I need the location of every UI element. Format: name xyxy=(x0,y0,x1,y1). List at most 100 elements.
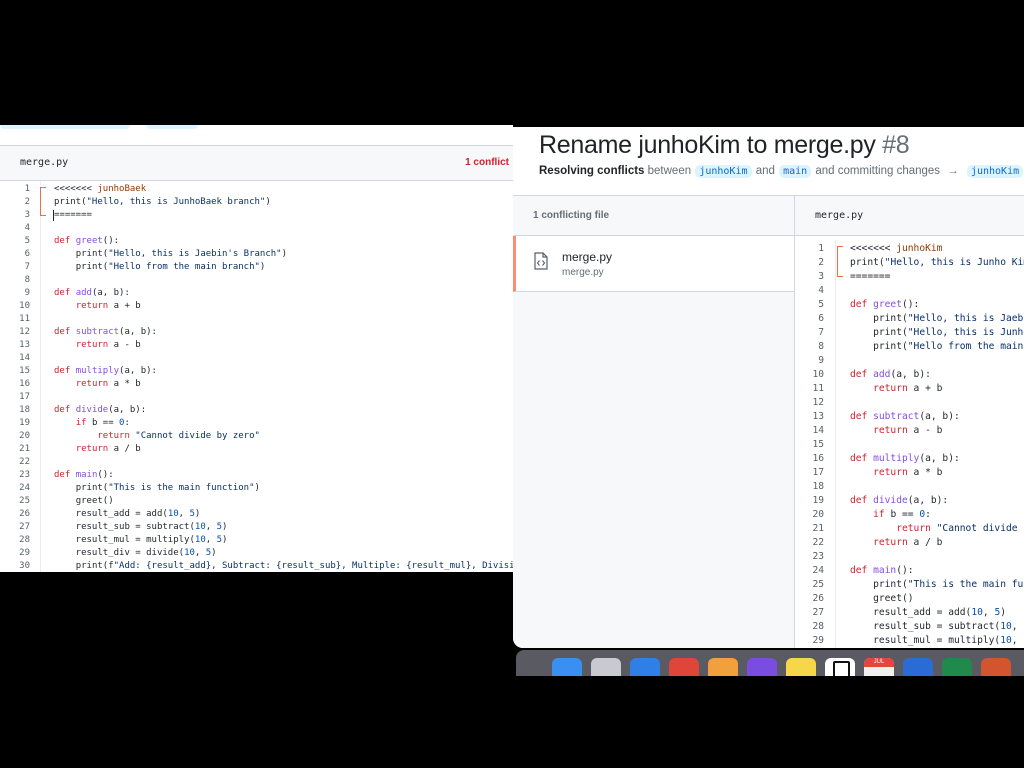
code-editor[interactable]: 1 <<<<<<< junhoKim 2 print("Hello, this is … xyxy=(795,240,1024,648)
code-line: 22 return a / b xyxy=(795,536,1024,550)
code-line: 5 def greet(): xyxy=(795,298,1024,312)
line-number: 28 xyxy=(812,621,824,632)
code-line: 16 def multiply(a, b): xyxy=(795,452,1024,466)
code-line: 11 xyxy=(0,313,513,326)
conflict-marker-bracket[interactable] xyxy=(837,246,843,277)
file-name: merge.py xyxy=(20,157,69,168)
line-number: 3 xyxy=(818,271,824,282)
branch-chip-head[interactable]: main xyxy=(779,165,812,178)
chrome-icon[interactable] xyxy=(669,658,699,676)
finder-icon[interactable] xyxy=(552,658,582,676)
line-number: 19 xyxy=(812,495,824,506)
line-number: 15 xyxy=(812,439,824,450)
pull-request-subtitle: Resolving conflicts between junhoKim and… xyxy=(539,165,1024,178)
line-number: 16 xyxy=(19,379,30,389)
code-line: 9 xyxy=(795,354,1024,368)
code-line: 21 return "Cannot divide by zero" xyxy=(795,522,1024,536)
launchpad-icon[interactable] xyxy=(591,658,621,676)
code-line: 19 if b == 0: xyxy=(0,417,513,430)
code-line: 3 ======= xyxy=(0,209,513,222)
conflict-marker-separator xyxy=(40,215,46,216)
editor-file-name: merge.py xyxy=(795,196,1024,236)
code-text: def greet(): xyxy=(54,236,120,246)
code-text: def subtract(a, b): xyxy=(850,411,960,422)
code-line: 10 def add(a, b): xyxy=(795,368,1024,382)
arc-icon[interactable] xyxy=(747,658,777,676)
code-line: 12 xyxy=(795,396,1024,410)
excel-icon[interactable] xyxy=(942,658,972,676)
code-line: 7 print("Hello, this is Junho Kim's Bran… xyxy=(795,326,1024,340)
code-line: 20 return "Cannot divide by zero" xyxy=(0,430,513,443)
code-text: <<<<<<< junhoBaek xyxy=(54,184,147,194)
code-line: 4 xyxy=(0,222,513,235)
code-text: def add(a, b): xyxy=(850,369,931,380)
code-line: 4 xyxy=(795,284,1024,298)
code-line: 1 <<<<<<< junhoBaek xyxy=(0,183,513,196)
safari-icon[interactable] xyxy=(630,658,660,676)
conflicting-file-item[interactable]: merge.py merge.py xyxy=(513,236,794,292)
code-line: 3 ======= xyxy=(795,270,1024,284)
branch-chip-base[interactable]: junhoKim xyxy=(695,165,752,178)
code-line: 17 xyxy=(0,391,513,404)
cropped-text-fragment xyxy=(0,125,130,129)
code-text: def multiply(a, b): xyxy=(54,366,157,376)
calendar-month-label: JUL xyxy=(873,659,885,665)
code-editor[interactable]: 1 <<<<<<< junhoBaek 2 print("Hello, this is… xyxy=(0,181,513,572)
notes-icon[interactable] xyxy=(786,658,816,676)
code-line: 22 xyxy=(0,456,513,469)
text-cursor xyxy=(53,210,54,221)
line-number: 13 xyxy=(19,340,30,350)
line-number: 22 xyxy=(812,537,824,548)
line-number: 6 xyxy=(24,249,30,259)
code-line: 19 def divide(a, b): xyxy=(795,494,1024,508)
code-text: result_mul = multiply(10, 5) xyxy=(850,635,1024,646)
code-text: print("Hello, this is Jaebin's Branch") xyxy=(75,249,288,259)
line-number: 23 xyxy=(19,470,30,480)
code-text: return a + b xyxy=(75,301,141,311)
code-text: def greet(): xyxy=(850,299,920,310)
line-number: 12 xyxy=(19,327,30,337)
code-text: def multiply(a, b): xyxy=(850,453,960,464)
code-line: 8 print("Hello from the main branch") xyxy=(795,340,1024,354)
line-number: 24 xyxy=(812,565,824,576)
photos-icon[interactable] xyxy=(708,658,738,676)
line-number: 2 xyxy=(818,257,824,268)
code-line: 18 def divide(a, b): xyxy=(0,404,513,417)
line-number: 22 xyxy=(19,457,30,467)
code-line: 30 print(f"Add: {result_add}, Subtract: … xyxy=(0,560,513,572)
code-text: return a * b xyxy=(873,467,943,478)
conflict-marker-bracket[interactable] xyxy=(40,187,46,216)
conflict-count-badge: 1 conflict xyxy=(465,157,509,168)
subtitle-and: and xyxy=(755,165,775,177)
code-line: 27 result_sub = subtract(10, 5) xyxy=(0,521,513,534)
macos-dock: JUL xyxy=(516,650,1024,676)
notion-icon[interactable] xyxy=(825,658,855,676)
code-text: print("Hello, this is Jaebin's Branch") xyxy=(873,313,1024,324)
code-line: 20 if b == 0: xyxy=(795,508,1024,522)
code-line: 24 def main(): xyxy=(795,564,1024,578)
line-number: 23 xyxy=(812,551,824,562)
line-number: 25 xyxy=(812,579,824,590)
calendar-icon[interactable]: JUL xyxy=(864,658,894,676)
code-text: result_add = add(10, 5) xyxy=(54,509,201,519)
powerpoint-icon[interactable] xyxy=(981,658,1011,676)
code-text: print("This is the main function") xyxy=(75,483,260,493)
code-text: print(f"Add: {result_add}, Subtract: {re… xyxy=(75,561,513,571)
code-text: def subtract(a, b): xyxy=(54,327,157,337)
line-number: 13 xyxy=(812,411,824,422)
code-text: result_sub = subtract(10, 5) xyxy=(850,621,1024,632)
cropped-branch-chip xyxy=(146,125,198,129)
line-number: 10 xyxy=(812,369,824,380)
conflicting-file-name: merge.py xyxy=(562,250,613,264)
code-text: def divide(a, b): xyxy=(850,495,949,506)
pull-request-title: Rename junhoKim to merge.py #8 xyxy=(539,131,910,160)
right-github-resolve-conflicts-window: Rename junhoKim to merge.py #8 Resolving… xyxy=(513,127,1024,648)
branch-chip-target[interactable]: junhoKim xyxy=(966,165,1024,178)
line-number: 8 xyxy=(24,275,30,285)
line-number: 14 xyxy=(19,353,30,363)
code-line: 29 result_mul = multiply(10, 5) xyxy=(795,634,1024,648)
code-line: 15 def multiply(a, b): xyxy=(0,365,513,378)
word-icon[interactable] xyxy=(903,658,933,676)
conflict-marker-separator xyxy=(837,276,843,277)
code-line: 10 return a + b xyxy=(0,300,513,313)
